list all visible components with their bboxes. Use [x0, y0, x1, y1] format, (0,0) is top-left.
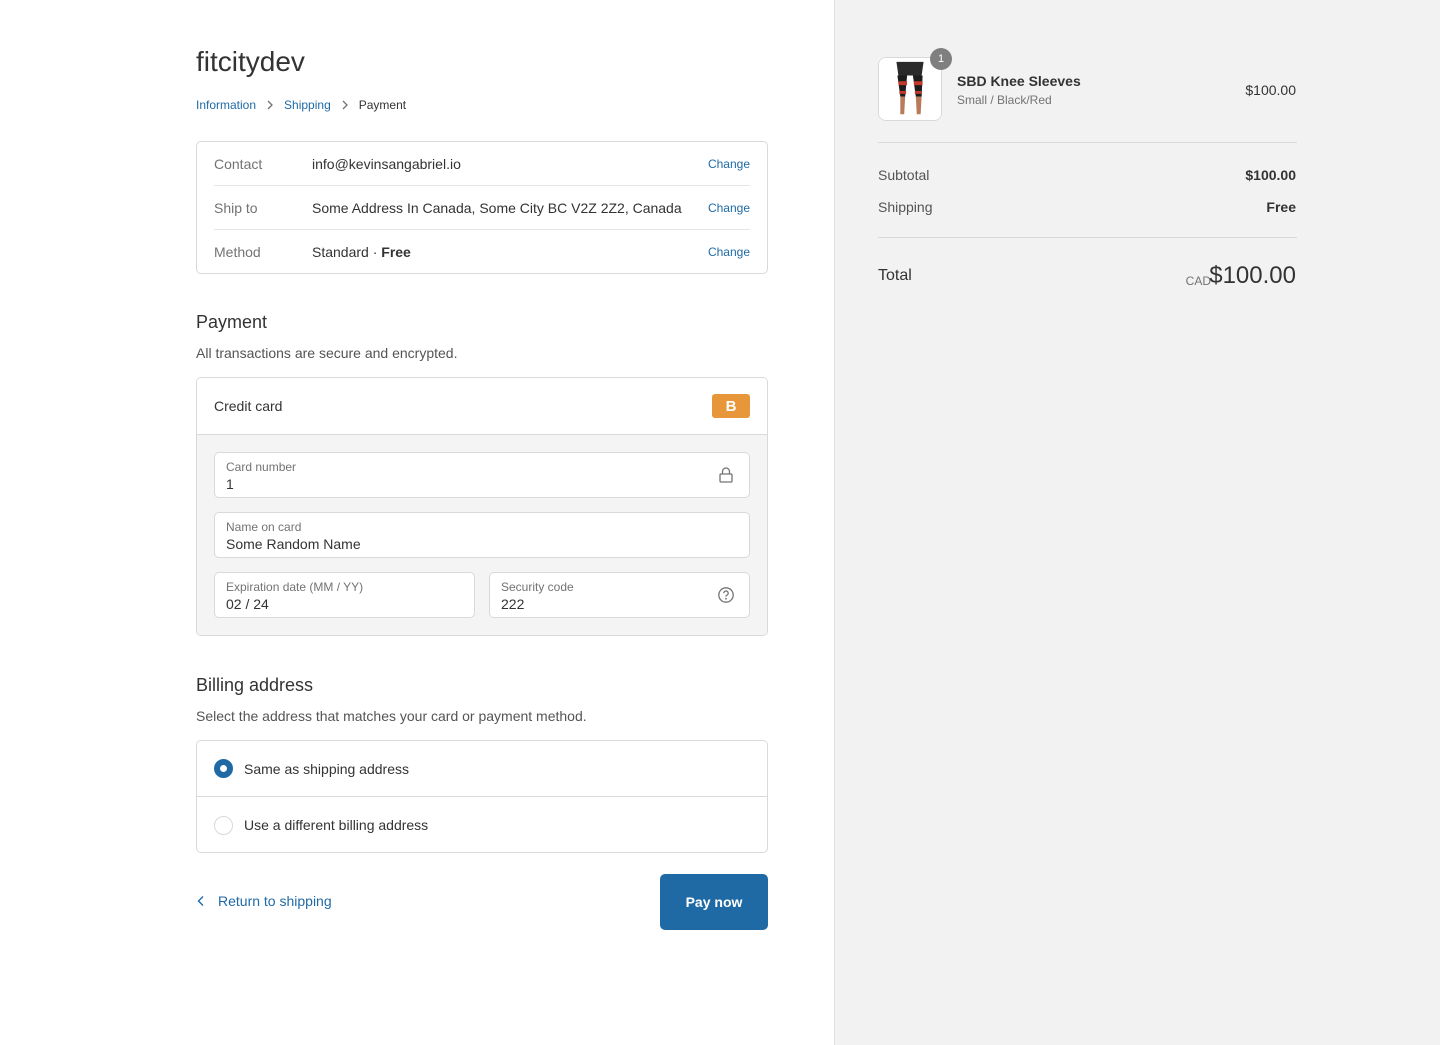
shop-name[interactable]: fitcitydev	[196, 46, 305, 78]
gateway-logo-icon: B	[712, 394, 750, 418]
billing-option-label: Use a different billing address	[244, 817, 429, 833]
subtotal-value: $100.00	[1245, 167, 1296, 183]
field-value: 222	[501, 596, 525, 612]
field-label: Security code	[501, 580, 574, 594]
breadcrumb-shipping[interactable]: Shipping	[284, 98, 331, 112]
credit-card-label: Credit card	[214, 398, 283, 414]
billing-options: Same as shipping address Use a different…	[196, 740, 768, 853]
review-block: Contact info@kevinsangabriel.io Change S…	[196, 141, 768, 274]
billing-option-different[interactable]: Use a different billing address	[197, 797, 767, 853]
method-price: Free	[381, 244, 411, 260]
field-value: Some Random Name	[226, 536, 361, 552]
review-value: Standard · Free	[312, 244, 708, 260]
chevron-right-icon	[256, 100, 284, 110]
product-name: SBD Knee Sleeves	[957, 73, 1081, 89]
review-label: Ship to	[214, 199, 258, 216]
question-circle-icon[interactable]	[717, 586, 735, 604]
radio-selected[interactable]	[214, 759, 233, 778]
total-currency: CAD	[1185, 274, 1211, 288]
billing-option-label: Same as shipping address	[244, 760, 409, 777]
product-variant: Small / Black/Red	[957, 93, 1052, 107]
payment-subtitle: All transactions are secure and encrypte…	[196, 345, 458, 361]
review-row-method: Method Standard · Free Change	[214, 230, 750, 274]
review-row-contact: Contact info@kevinsangabriel.io Change	[214, 142, 750, 186]
field-label: Card number	[226, 460, 297, 474]
breadcrumb: Information Shipping Payment	[196, 98, 406, 112]
lock-icon	[717, 466, 735, 484]
card-number-field[interactable]: Card number 1	[214, 452, 750, 498]
review-value: info@kevinsangabriel.io	[312, 155, 461, 172]
field-value: 02 / 24	[226, 596, 269, 612]
quantity-badge: 1	[930, 48, 952, 70]
security-code-field[interactable]: Security code 222	[489, 572, 750, 618]
return-to-shipping-link[interactable]: Return to shipping	[196, 893, 332, 909]
product-price: $100.00	[1245, 82, 1296, 98]
radio-unselected[interactable]	[214, 815, 233, 835]
change-address-link[interactable]: Change	[708, 201, 750, 215]
field-label: Name on card	[226, 520, 302, 534]
order-summary-sidebar	[834, 0, 1440, 1045]
review-row-ship-to: Ship to Some Address In Canada, Some Cit…	[214, 186, 750, 230]
breadcrumb-payment: Payment	[358, 98, 407, 112]
product-thumbnail: 1	[878, 48, 952, 121]
shipping-value: Free	[1266, 199, 1296, 215]
review-value: Some Address In Canada, Some City BC V2Z…	[312, 199, 682, 216]
return-label: Return to shipping	[218, 893, 332, 909]
subtotal-label: Subtotal	[878, 167, 930, 183]
review-label: Contact	[214, 155, 263, 172]
chevron-left-icon	[197, 896, 204, 906]
name-on-card-field[interactable]: Name on card Some Random Name	[214, 512, 750, 558]
payment-title: Payment	[196, 312, 268, 332]
billing-option-same[interactable]: Same as shipping address	[197, 741, 767, 797]
change-method-link[interactable]: Change	[708, 245, 750, 259]
review-label: Method	[214, 244, 261, 260]
expiration-date-field[interactable]: Expiration date (MM / YY) 02 / 24	[214, 572, 475, 618]
field-value: 1	[226, 476, 234, 492]
billing-subtitle: Select the address that matches your car…	[196, 708, 587, 724]
summary-divider	[878, 142, 1297, 143]
chevron-right-icon	[331, 100, 359, 110]
method-name: Standard ·	[312, 244, 382, 260]
breadcrumb-information[interactable]: Information	[196, 98, 256, 112]
product-image	[879, 58, 941, 120]
payment-method-box: Credit card B Card number 1 Name on card…	[196, 377, 768, 636]
change-contact-link[interactable]: Change	[708, 157, 750, 171]
billing-title: Billing address	[196, 675, 314, 695]
total-label: Total	[878, 267, 912, 284]
shipping-label: Shipping	[878, 199, 933, 215]
pay-now-button[interactable]: Pay now	[660, 874, 768, 930]
card-fields: Card number 1 Name on card Some Random N…	[197, 435, 767, 635]
total-amount: $100.00	[1209, 262, 1296, 289]
summary-divider	[878, 237, 1297, 238]
field-label: Expiration date (MM / YY)	[226, 580, 364, 594]
credit-card-header[interactable]: Credit card B	[197, 378, 767, 435]
